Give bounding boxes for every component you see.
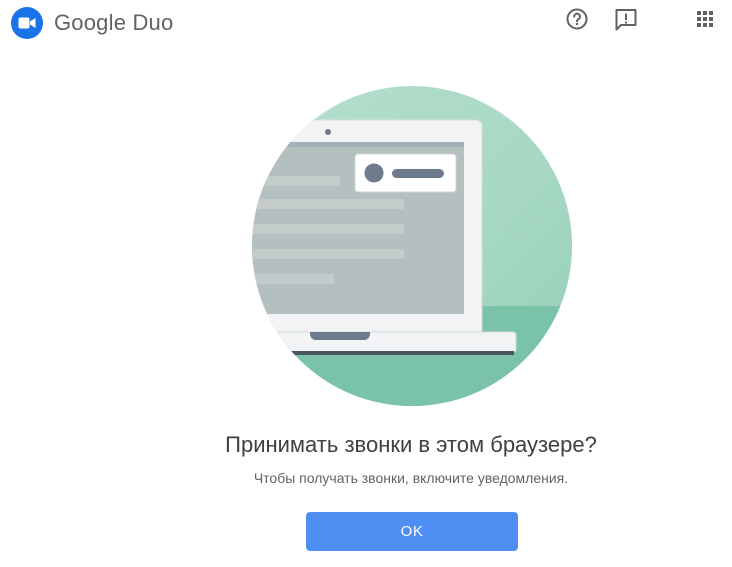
- feedback-icon[interactable]: [613, 6, 639, 32]
- dialog-title: Принимать звонки в этом браузере?: [225, 432, 597, 457]
- app-header: Google Duo: [0, 0, 732, 46]
- app-name: Google Duo: [54, 10, 174, 35]
- laptop-notification-illustration: [252, 86, 572, 406]
- ok-button[interactable]: OK: [306, 512, 518, 551]
- duo-logo-icon[interactable]: [10, 6, 44, 40]
- dialog-subtitle: Чтобы получать звонки, включите уведомле…: [253, 470, 569, 486]
- page: Google Duo Принимать звонки в этом брауз…: [0, 0, 732, 567]
- help-circle-icon[interactable]: [564, 6, 590, 32]
- apps-grid-icon[interactable]: [692, 6, 718, 32]
